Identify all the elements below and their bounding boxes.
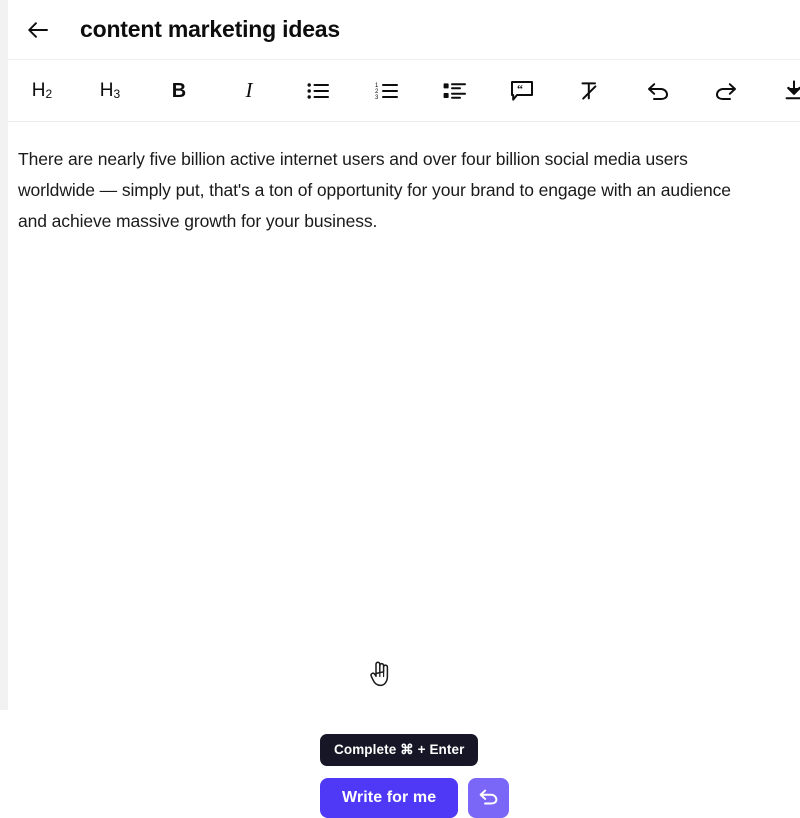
- toolbar-group-blockquote: “: [488, 60, 556, 121]
- italic-label: I: [245, 78, 253, 102]
- task-list-button[interactable]: [420, 60, 488, 121]
- redo-arrow-icon: [714, 81, 738, 101]
- clear-formatting-icon: [579, 81, 601, 101]
- clear-formatting-button[interactable]: [556, 60, 624, 121]
- numbered-list-icon: 1 2 3: [375, 82, 398, 100]
- task-list-icon: [443, 82, 466, 100]
- page-left-gutter: [0, 0, 8, 710]
- svg-text:“: “: [517, 81, 523, 95]
- heading-2-button[interactable]: H2: [8, 60, 76, 121]
- redo-button[interactable]: [692, 60, 760, 121]
- bullet-list-icon: [307, 82, 329, 100]
- toolbar-group-headings: H2 H3: [8, 60, 144, 121]
- document-body[interactable]: There are nearly five billion active int…: [8, 122, 800, 818]
- undo-button[interactable]: [624, 60, 692, 121]
- numbered-list-button[interactable]: 1 2 3: [352, 60, 420, 121]
- toolbar-group-inline-styles: B I: [144, 60, 284, 121]
- ai-action-row: Write for me: [320, 777, 510, 818]
- complete-tooltip: Complete ⌘ + Enter: [320, 734, 479, 766]
- download-icon: [783, 80, 800, 101]
- editor-toolbar: H2 H3 B I 1 2 3 “: [8, 60, 800, 122]
- write-for-me-button[interactable]: Write for me: [320, 777, 459, 818]
- bold-label: B: [171, 79, 187, 102]
- bullet-list-button[interactable]: [284, 60, 352, 121]
- download-button[interactable]: [760, 60, 800, 121]
- document-header: content marketing ideas: [8, 0, 800, 60]
- undo-arrow-icon: [646, 81, 670, 101]
- quote-bubble-icon: “: [510, 80, 534, 102]
- heading-2-label: H2: [31, 80, 53, 101]
- svg-text:3: 3: [375, 95, 379, 100]
- retry-button[interactable]: [468, 777, 510, 818]
- ai-action-cluster: Complete ⌘ + Enter Write for me: [320, 734, 510, 818]
- toolbar-group-utilities: [556, 60, 800, 121]
- back-button[interactable]: [22, 14, 54, 46]
- undo-arrow-icon: [478, 787, 499, 809]
- document-paragraph[interactable]: There are nearly five billion active int…: [18, 144, 764, 237]
- heading-3-button[interactable]: H3: [76, 60, 144, 121]
- bold-button[interactable]: B: [144, 60, 214, 121]
- document-editor-app: content marketing ideas H2 H3 B I 1 2 3 …: [8, 0, 800, 818]
- blockquote-button[interactable]: “: [488, 60, 556, 121]
- heading-3-label: H3: [99, 80, 121, 101]
- toolbar-group-lists: 1 2 3: [284, 60, 488, 121]
- italic-button[interactable]: I: [214, 60, 284, 121]
- page-title: content marketing ideas: [80, 16, 340, 42]
- arrow-left-icon: [27, 20, 49, 40]
